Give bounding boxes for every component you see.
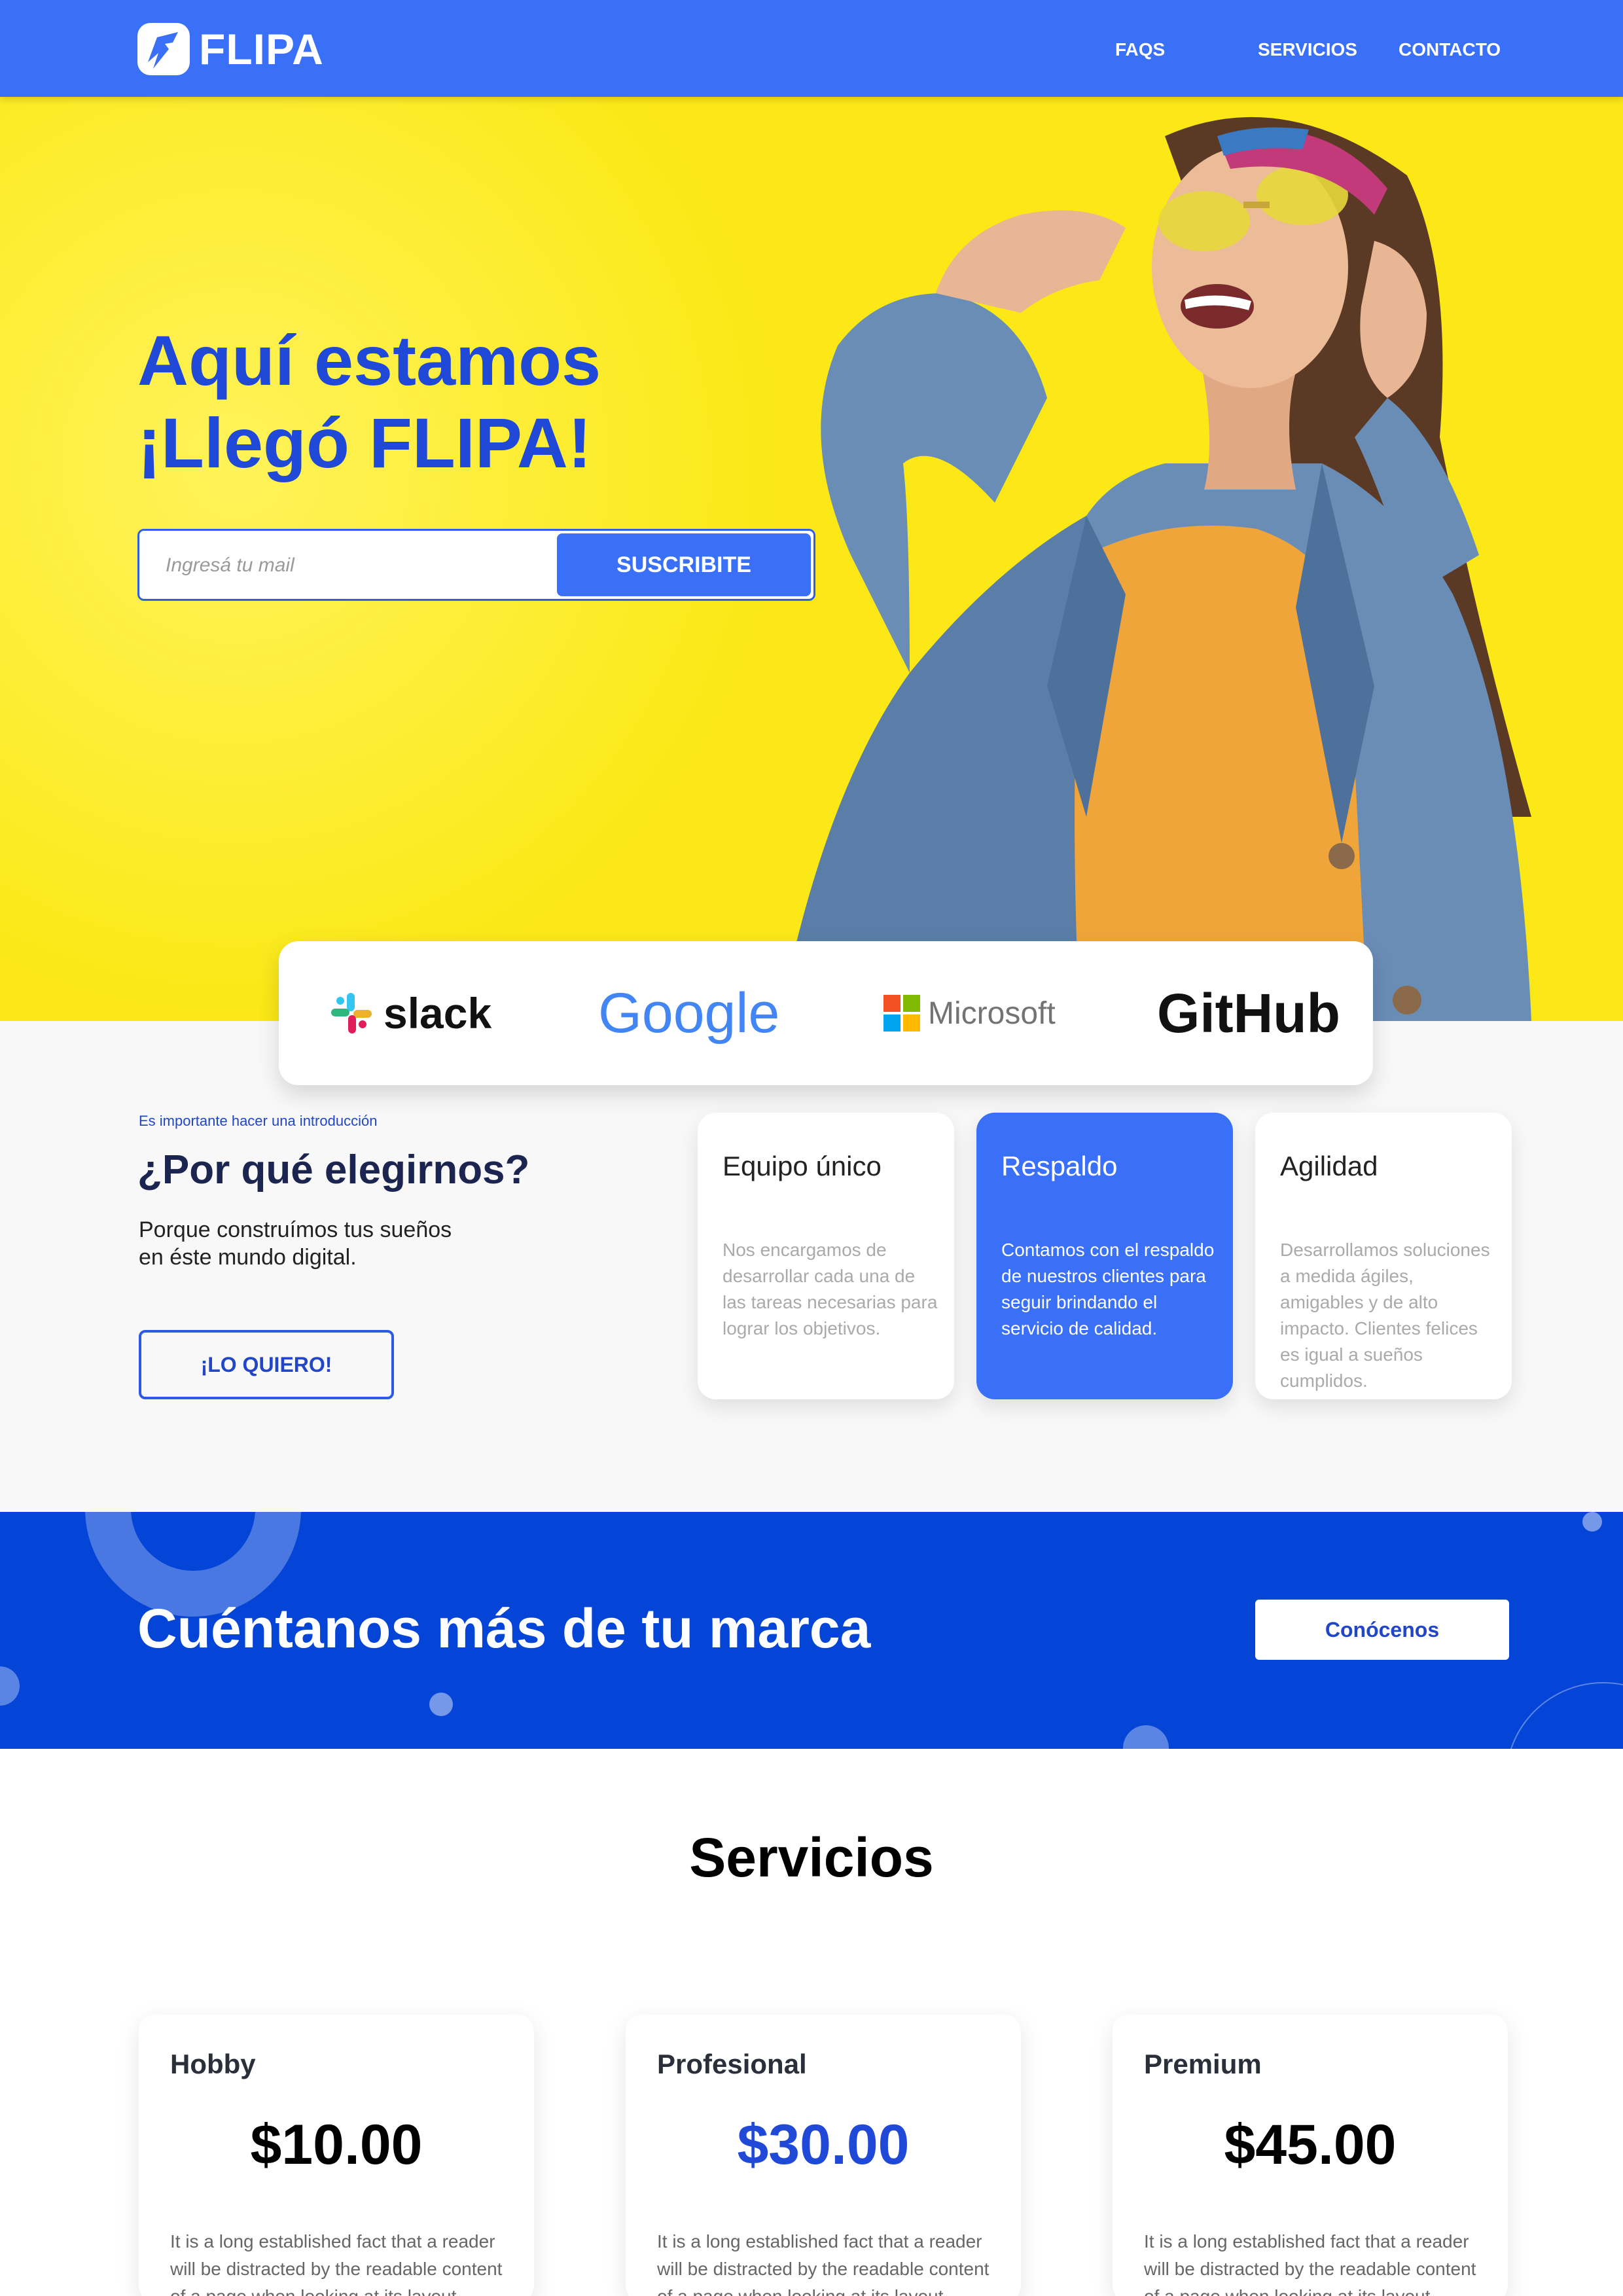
feature-card-title: Respaldo [1001, 1151, 1118, 1181]
decorative-ring-outline [1505, 1682, 1623, 1749]
plan-description: It is a long established fact that a rea… [1144, 2231, 1476, 2296]
google-logo: Google [598, 941, 779, 1085]
plan-description: It is a long established fact that a rea… [170, 2231, 503, 2296]
why-us-text-line-1: Porque construímos tus sueños [139, 1217, 452, 1242]
conocenos-button[interactable]: Conócenos [1255, 1600, 1509, 1660]
hero-headline-line-2: ¡Llegó FLIPA! [137, 403, 592, 482]
why-us-text-line-2: en éste mundo digital. [139, 1245, 357, 1270]
decorative-dot [1123, 1725, 1169, 1749]
plan-name: Premium [1144, 2049, 1262, 2079]
plan-price: $45.00 [1224, 2113, 1397, 2176]
feature-card-agilidad[interactable]: Agilidad Desarrollamos soluciones a medi… [1255, 1113, 1512, 1399]
plan-card-profesional[interactable]: Profesional $30.00 It is a long establis… [626, 2015, 1021, 2296]
feature-card-text: Nos encargamos de desarrollar cada una d… [722, 1240, 938, 1338]
microsoft-logo: Microsoft [883, 941, 1056, 1085]
nav-link-faqs[interactable]: FAQS [1115, 39, 1165, 60]
feature-card-title: Equipo único [722, 1151, 882, 1181]
subscribe-button[interactable]: SUSCRIBITE [557, 533, 811, 596]
plan-name: Hobby [170, 2049, 256, 2079]
why-us-title: ¿Por qué elegirnos? [137, 1147, 530, 1193]
github-logo: GitHub [1157, 941, 1340, 1085]
brand-name: FLIPA [199, 25, 324, 73]
microsoft-wordmark: Microsoft [928, 996, 1056, 1031]
top-navbar: FLIPA FAQS SERVICIOS CONTACTO [0, 0, 1623, 97]
plan-name: Profesional [657, 2049, 807, 2079]
hero-headline: Aquí estamos ¡Llegó FLIPA! [137, 319, 726, 484]
cta-title: Cuéntanos más de tu marca [137, 1598, 871, 1659]
intro-eyebrow: Es importante hacer una introducción [139, 1113, 378, 1129]
feature-card-text: Contamos con el respaldo de nuestros cli… [1001, 1240, 1215, 1338]
nav-link-contacto[interactable]: CONTACTO [1399, 39, 1501, 60]
github-wordmark: GitHub [1157, 982, 1340, 1044]
feature-card-text: Desarrollamos soluciones a medida ágiles… [1280, 1240, 1490, 1391]
plan-card-premium[interactable]: Premium $45.00 It is a long established … [1113, 2015, 1508, 2296]
decorative-dot [0, 1666, 20, 1706]
slack-wordmark: slack [383, 989, 492, 1037]
plan-price: $10.00 [250, 2113, 423, 2176]
cta-band: Cuéntanos más de tu marca Conócenos [0, 1512, 1623, 1749]
google-wordmark: Google [598, 981, 780, 1045]
subscribe-form: SUSCRIBITE [137, 529, 815, 601]
plan-card-hobby[interactable]: Hobby $10.00 It is a long established fa… [139, 2015, 534, 2296]
feature-card-respaldo[interactable]: Respaldo Contamos con el respaldo de nue… [976, 1113, 1233, 1399]
why-us-text: Porque construímos tus sueños en éste mu… [139, 1216, 505, 1271]
feature-card-title: Agilidad [1280, 1151, 1378, 1181]
nav-link-servicios[interactable]: SERVICIOS [1258, 39, 1357, 60]
email-input[interactable] [152, 543, 545, 588]
flipa-logo-icon [137, 23, 190, 75]
slack-icon [331, 993, 372, 1033]
hero-section: Aquí estamos ¡Llegó FLIPA! SUSCRIBITE [0, 97, 1623, 1021]
decorative-dot [429, 1693, 453, 1716]
hero-headline-line-1: Aquí estamos [137, 321, 601, 400]
plan-description: It is a long established fact that a rea… [657, 2231, 990, 2296]
slack-logo: slack [329, 941, 491, 1085]
microsoft-icon [883, 995, 920, 1031]
feature-card-equipo[interactable]: Equipo único Nos encargamos de desarroll… [698, 1113, 954, 1399]
partner-logos-bar: slack Google Microsoft GitHub [279, 941, 1373, 1085]
plan-price: $30.00 [737, 2113, 910, 2176]
lo-quiero-button[interactable]: ¡LO QUIERO! [139, 1330, 394, 1399]
brand-logo[interactable]: FLIPA [137, 22, 324, 76]
services-title: Servicios [689, 1827, 934, 1888]
decorative-dot [1582, 1512, 1602, 1532]
